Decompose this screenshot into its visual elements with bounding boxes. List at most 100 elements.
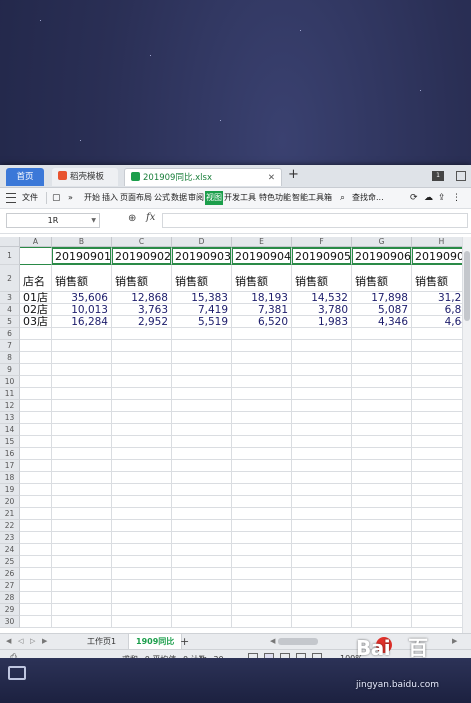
cell-d22[interactable] xyxy=(172,520,232,532)
cell-f20[interactable] xyxy=(292,496,352,508)
row-header-6[interactable]: 6 xyxy=(0,328,20,340)
cell-d2[interactable]: 销售额 xyxy=(172,265,232,292)
cell-c22[interactable] xyxy=(112,520,172,532)
cell-h26[interactable] xyxy=(412,568,462,580)
cell-h1[interactable]: 20190907 xyxy=(412,247,462,265)
cell-f13[interactable] xyxy=(292,412,352,424)
cell-a4[interactable]: 02店 xyxy=(20,304,52,316)
column-header-e[interactable]: E xyxy=(232,237,292,247)
cell-a12[interactable] xyxy=(20,400,52,412)
cell-a26[interactable] xyxy=(20,568,52,580)
scroll-left-icon[interactable]: ◀ xyxy=(270,637,275,645)
cell-h23[interactable] xyxy=(412,532,462,544)
cell-h16[interactable] xyxy=(412,448,462,460)
last-sheet-icon[interactable]: ▶ xyxy=(42,637,47,645)
cell-d3[interactable]: 15,383 xyxy=(172,292,232,304)
cell-g2[interactable]: 销售额 xyxy=(352,265,412,292)
cell-g23[interactable] xyxy=(352,532,412,544)
cell-d15[interactable] xyxy=(172,436,232,448)
cell-h27[interactable] xyxy=(412,580,462,592)
cell-f9[interactable] xyxy=(292,364,352,376)
cell-a6[interactable] xyxy=(20,328,52,340)
cell-a18[interactable] xyxy=(20,472,52,484)
cell-f10[interactable] xyxy=(292,376,352,388)
cell-d30[interactable] xyxy=(172,616,232,628)
cell-b14[interactable] xyxy=(52,424,112,436)
cell-d13[interactable] xyxy=(172,412,232,424)
cell-b4[interactable]: 10,013 xyxy=(52,304,112,316)
cell-b7[interactable] xyxy=(52,340,112,352)
cell-g19[interactable] xyxy=(352,484,412,496)
cell-f18[interactable] xyxy=(292,472,352,484)
cell-d8[interactable] xyxy=(172,352,232,364)
cell-b28[interactable] xyxy=(52,592,112,604)
cell-b15[interactable] xyxy=(52,436,112,448)
desktop-icon[interactable] xyxy=(8,666,26,680)
column-header-f[interactable]: F xyxy=(292,237,352,247)
menu-review[interactable]: 审阅 xyxy=(188,191,204,205)
cell-f25[interactable] xyxy=(292,556,352,568)
tab-home[interactable]: 首页 xyxy=(6,168,44,186)
cell-e5[interactable]: 6,520 xyxy=(232,316,292,328)
scroll-right-icon[interactable]: ▶ xyxy=(452,637,457,645)
cell-f21[interactable] xyxy=(292,508,352,520)
cell-e10[interactable] xyxy=(232,376,292,388)
cell-c24[interactable] xyxy=(112,544,172,556)
cell-c6[interactable] xyxy=(112,328,172,340)
hamburger-icon[interactable] xyxy=(6,193,16,203)
cell-d4[interactable]: 7,419 xyxy=(172,304,232,316)
cell-d7[interactable] xyxy=(172,340,232,352)
cell-g8[interactable] xyxy=(352,352,412,364)
cell-a3[interactable]: 01店 xyxy=(20,292,52,304)
row-header-19[interactable]: 19 xyxy=(0,484,20,496)
cell-b17[interactable] xyxy=(52,460,112,472)
cell-e28[interactable] xyxy=(232,592,292,604)
cell-e26[interactable] xyxy=(232,568,292,580)
cell-b22[interactable] xyxy=(52,520,112,532)
cell-h28[interactable] xyxy=(412,592,462,604)
row-header-17[interactable]: 17 xyxy=(0,460,20,472)
cell-d17[interactable] xyxy=(172,460,232,472)
sheet-tab-2[interactable]: 1909同比 xyxy=(128,634,183,650)
cell-g11[interactable] xyxy=(352,388,412,400)
cell-b27[interactable] xyxy=(52,580,112,592)
row-header-25[interactable]: 25 xyxy=(0,556,20,568)
cell-c25[interactable] xyxy=(112,556,172,568)
cell-b16[interactable] xyxy=(52,448,112,460)
cell-d18[interactable] xyxy=(172,472,232,484)
row-header-21[interactable]: 21 xyxy=(0,508,20,520)
cell-h25[interactable] xyxy=(412,556,462,568)
cell-d6[interactable] xyxy=(172,328,232,340)
cell-g12[interactable] xyxy=(352,400,412,412)
cell-e27[interactable] xyxy=(232,580,292,592)
row-header-4[interactable]: 4 xyxy=(0,304,20,316)
cell-g29[interactable] xyxy=(352,604,412,616)
cell-e3[interactable]: 18,193 xyxy=(232,292,292,304)
cell-a21[interactable] xyxy=(20,508,52,520)
row-header-1[interactable]: 1 xyxy=(0,247,20,265)
cell-g18[interactable] xyxy=(352,472,412,484)
cell-h11[interactable] xyxy=(412,388,462,400)
cell-d26[interactable] xyxy=(172,568,232,580)
cell-h18[interactable] xyxy=(412,472,462,484)
cell-g6[interactable] xyxy=(352,328,412,340)
cell-f7[interactable] xyxy=(292,340,352,352)
cell-f11[interactable] xyxy=(292,388,352,400)
row-header-16[interactable]: 16 xyxy=(0,448,20,460)
cell-c13[interactable] xyxy=(112,412,172,424)
cell-f30[interactable] xyxy=(292,616,352,628)
cell-g27[interactable] xyxy=(352,580,412,592)
row-header-7[interactable]: 7 xyxy=(0,340,20,352)
cell-g5[interactable]: 4,346 xyxy=(352,316,412,328)
cell-a8[interactable] xyxy=(20,352,52,364)
cell-e23[interactable] xyxy=(232,532,292,544)
cell-a16[interactable] xyxy=(20,448,52,460)
tab-template[interactable]: 稻壳模板 xyxy=(52,168,118,186)
cloud-icon[interactable]: ☁ xyxy=(424,191,433,205)
cell-h30[interactable] xyxy=(412,616,462,628)
cell-d29[interactable] xyxy=(172,604,232,616)
cell-c21[interactable] xyxy=(112,508,172,520)
row-header-24[interactable]: 24 xyxy=(0,544,20,556)
cell-g15[interactable] xyxy=(352,436,412,448)
cell-g13[interactable] xyxy=(352,412,412,424)
